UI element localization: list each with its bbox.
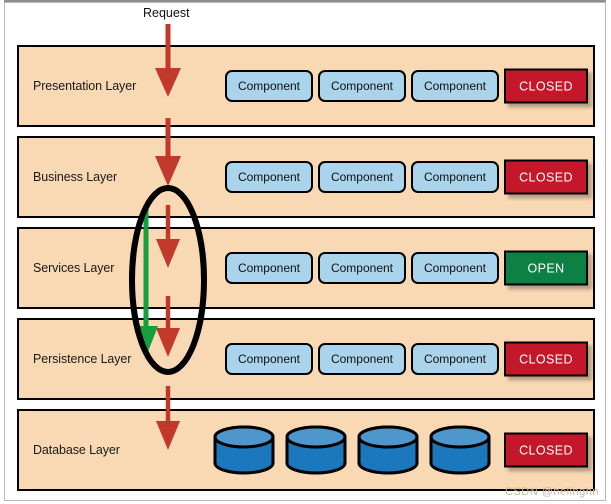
component-box[interactable]: Component: [318, 252, 406, 284]
layer-business[interactable]: Business Layer Component Component Compo…: [17, 136, 595, 218]
component-box[interactable]: Component: [411, 343, 499, 375]
diagram-canvas: Request Presentation Layer Component Com…: [0, 0, 611, 504]
component-box[interactable]: Component: [225, 252, 313, 284]
component-box[interactable]: Component: [318, 343, 406, 375]
component-box[interactable]: Component: [411, 161, 499, 193]
layer-label: Presentation Layer: [33, 79, 137, 93]
component-box[interactable]: Component: [318, 161, 406, 193]
status-badge[interactable]: CLOSED: [504, 341, 588, 377]
layer-label: Business Layer: [33, 170, 118, 184]
layer-services[interactable]: Services Layer Component Component Compo…: [17, 227, 595, 309]
request-label: Request: [143, 6, 190, 20]
component-box[interactable]: Component: [411, 252, 499, 284]
layer-presentation[interactable]: Presentation Layer Component Component C…: [17, 45, 595, 127]
watermark-text: CSDN @helinghn: [505, 486, 599, 498]
status-badge[interactable]: CLOSED: [504, 432, 588, 468]
database-cylinder[interactable]: [213, 425, 275, 475]
component-box[interactable]: Component: [318, 70, 406, 102]
status-badge[interactable]: CLOSED: [504, 159, 588, 195]
layer-label: Database Layer: [33, 443, 120, 457]
database-cylinder[interactable]: [285, 425, 347, 475]
status-badge[interactable]: CLOSED: [504, 68, 588, 104]
layer-persistence[interactable]: Persistence Layer Component Component Co…: [17, 318, 595, 400]
component-box[interactable]: Component: [225, 70, 313, 102]
component-box[interactable]: Component: [411, 70, 499, 102]
component-box[interactable]: Component: [225, 161, 313, 193]
database-cylinder[interactable]: [429, 425, 491, 475]
status-badge[interactable]: OPEN: [504, 250, 588, 286]
layer-database[interactable]: Database Layer CLOSED: [17, 409, 595, 491]
component-box[interactable]: Component: [225, 343, 313, 375]
database-cylinder[interactable]: [357, 425, 419, 475]
layer-label: Persistence Layer: [33, 352, 132, 366]
layer-label: Services Layer: [33, 261, 115, 275]
